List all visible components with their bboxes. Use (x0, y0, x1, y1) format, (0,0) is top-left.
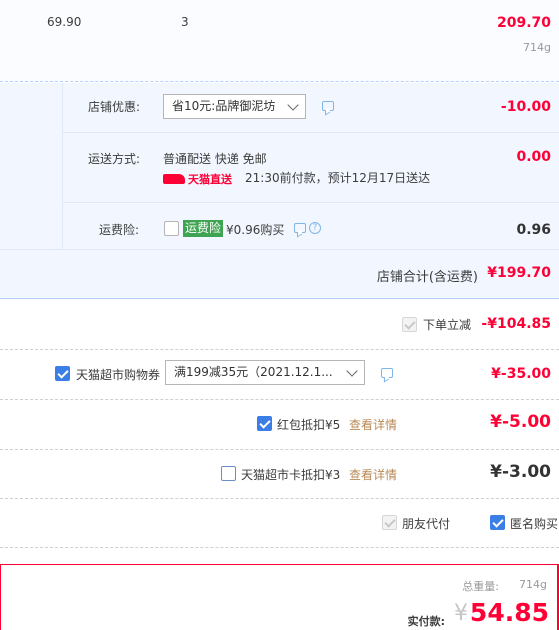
divider (62, 202, 559, 203)
shop-discount-select-value: 省10元:品牌御泥坊 (172, 99, 276, 113)
total-weight-value: 714g (519, 578, 547, 591)
insurance-label: 运费险: (99, 223, 140, 237)
insurance-tag: 运费险 (183, 220, 224, 237)
instant-discount-amount: -¥104.85 (481, 316, 551, 332)
message-icon[interactable] (381, 368, 393, 378)
friend-pay-checkbox (382, 515, 397, 530)
shipping-amount: 0.00 (516, 149, 551, 165)
insurance-price: ¥0.96购买 (226, 223, 285, 237)
tmall-direct-logo: 天猫直送 (163, 171, 232, 187)
item-unit-price: 69.90 (47, 15, 82, 29)
chevron-down-icon (287, 99, 299, 111)
coupon-select[interactable]: 满199减35元（2021.12.1... (165, 360, 365, 385)
shop-discount-label: 店铺优惠: (88, 100, 141, 114)
total-weight-label: 总重量: (462, 580, 499, 593)
payment-summary: 总重量: 714g 实付款: ¥ 54.85 (0, 564, 559, 630)
message-icon[interactable] (294, 223, 306, 233)
divider (0, 547, 559, 548)
divider (62, 132, 559, 133)
pay-amount: 54.85 (469, 598, 549, 627)
divider (0, 498, 559, 499)
insurance-amount: 0.96 (516, 222, 551, 238)
shipping-eta: 21:30前付款，预计12月17日送达 (245, 171, 431, 185)
currency-symbol: ¥ (454, 601, 468, 626)
divider (0, 399, 559, 400)
divider (0, 449, 559, 450)
shipping-method: 普通配送 快递 免邮 (163, 152, 267, 166)
shop-discount-amount: -10.00 (500, 99, 551, 115)
insurance-checkbox[interactable] (164, 221, 179, 236)
anonymous-label: 匿名购买 (510, 517, 559, 531)
item-subtotal: 209.70 (496, 15, 551, 31)
anonymous-checkbox[interactable] (490, 515, 505, 530)
red-packet-checkbox[interactable] (257, 416, 272, 431)
shop-total-amount: ¥199.70 (487, 265, 551, 281)
pay-label: 实付款: (407, 615, 445, 628)
item-row: 69.90 3 209.70 714g (0, 0, 559, 82)
market-card-amount: ¥-3.00 (490, 462, 551, 482)
market-card-detail-link[interactable]: 查看详情 (349, 466, 397, 483)
divider (0, 349, 559, 350)
shop-total-row: 店铺合计(含运费) ¥199.70 (0, 249, 559, 299)
shop-discount-select[interactable]: 省10元:品牌御泥坊 (163, 94, 306, 119)
item-weight: 714g (523, 41, 551, 54)
item-quantity: 3 (181, 15, 189, 29)
help-icon[interactable]: ? (309, 222, 321, 234)
red-packet-amount: ¥-5.00 (490, 412, 551, 432)
coupon-select-value: 满199减35元（2021.12.1... (174, 365, 333, 379)
coupon-checkbox[interactable] (55, 366, 70, 381)
market-card-label: 天猫超市卡抵扣¥3 (241, 468, 341, 482)
shipping-label: 运送方式: (88, 152, 141, 166)
market-card-checkbox[interactable] (221, 466, 236, 481)
instant-discount-label: 下单立减 (423, 318, 472, 332)
shop-total-label: 店铺合计(含运费) (376, 270, 478, 285)
shipping-brand: 天猫直送 (188, 173, 232, 186)
instant-discount-checkbox (402, 317, 417, 332)
coupon-amount: ¥-35.00 (491, 366, 551, 382)
chevron-down-icon (346, 365, 358, 377)
coupon-label: 天猫超市购物券 (76, 368, 161, 382)
tmall-cat-icon (163, 174, 185, 184)
red-packet-detail-link[interactable]: 查看详情 (349, 416, 397, 433)
red-packet-label: 红包抵扣¥5 (277, 418, 341, 432)
message-icon[interactable] (322, 101, 334, 111)
friend-pay-label: 朋友代付 (402, 517, 451, 531)
